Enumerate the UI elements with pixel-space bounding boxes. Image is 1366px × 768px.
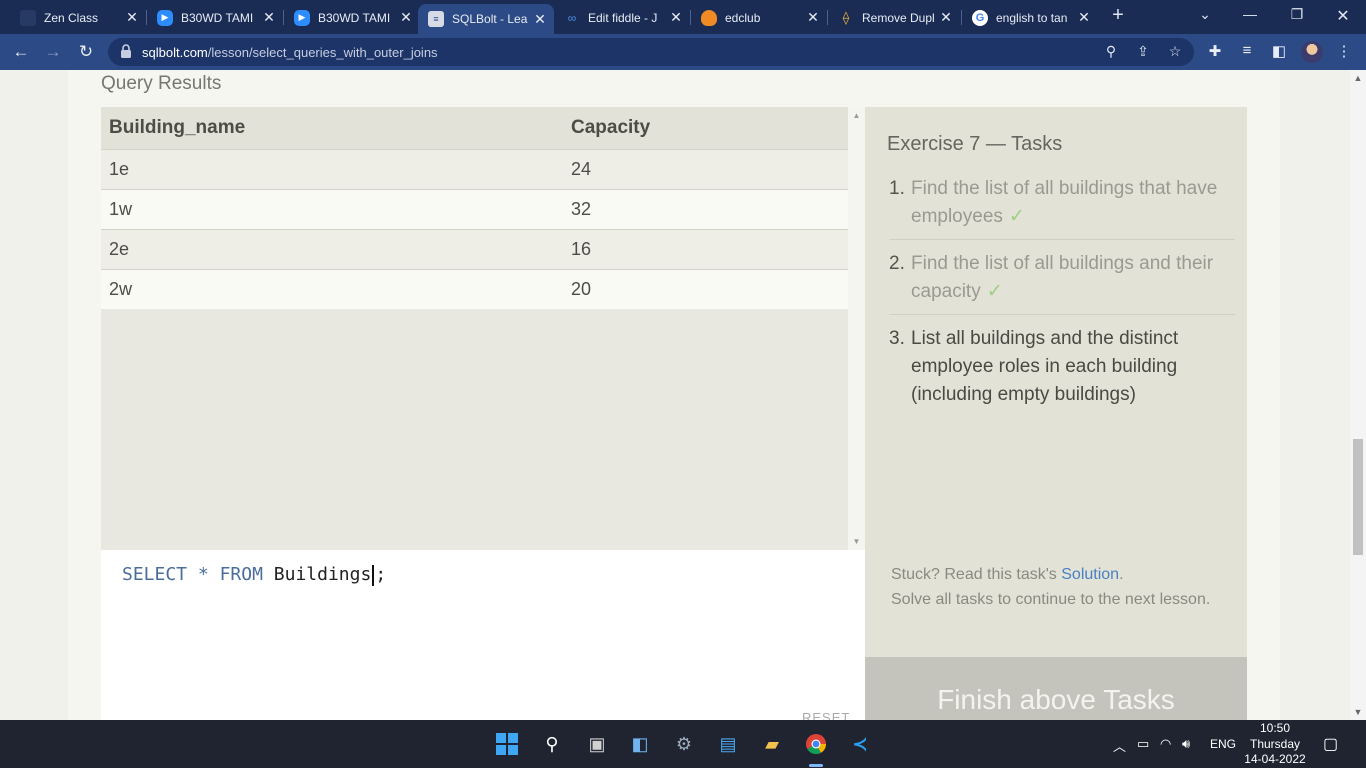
zoom-icon: ▶ [157,9,173,26]
task-list: 1. Find the list of all buildings that ha… [889,175,1235,427]
lock-icon [121,44,131,58]
page-viewport: Query Results Building_name Capacity 1e … [0,70,1350,720]
tab-google-translate[interactable]: G english to tan ✕ [962,5,1098,30]
zoom-icon: ▶ [294,9,310,26]
close-tab-icon[interactable]: ✕ [938,9,954,26]
scroll-up-arrow-icon[interactable]: ▲ [1350,73,1366,83]
close-tab-icon[interactable]: ✕ [261,9,277,26]
remove-dup-icon: ⟠ [842,9,850,25]
url-text: sqlbolt.com/lesson/select_queries_with_o… [142,45,438,60]
tab-sqlbolt[interactable]: ≡ SQLBolt - Lea ✕ [418,4,554,34]
column-header-capacity: Capacity [563,107,848,149]
sql-editor[interactable]: SELECT * FROM Buildings; RESET [101,550,865,720]
language-indicator[interactable]: ENG [1210,737,1236,751]
active-app-indicator [809,764,823,767]
restore-button[interactable]: ❐ [1287,6,1307,23]
windows-taskbar: ⚲ ▣ ◧ ⚙ ▤ ▰ ≺ ︿ ▭ ◠ 🔊︎ ENG 10:50 Thursda… [0,720,1366,768]
task-item: 1. Find the list of all buildings that ha… [889,175,1235,240]
task-item: 3. List all buildings and the distinct em… [889,328,1179,405]
sql-query-text[interactable]: SELECT * FROM Buildings; [122,564,386,586]
tab-edclub[interactable]: edclub ✕ [691,5,827,30]
tab-zen-class[interactable]: Zen Class ✕ [10,5,146,30]
reading-list-icon[interactable]: ≡ [1237,42,1257,59]
results-scrollbar[interactable]: ▲ ▼ [848,107,865,550]
close-window-button[interactable]: ✕ [1333,6,1353,26]
close-tab-icon[interactable]: ✕ [805,9,821,26]
zoom-magnifier-icon[interactable]: ⚲ [1102,43,1120,60]
address-toolbar: ← → ↻ sqlbolt.com/lesson/select_queries_… [0,34,1366,70]
column-header-building-name: Building_name [101,107,563,149]
close-tab-icon[interactable]: ✕ [532,11,548,28]
new-tab-button[interactable]: + [1108,4,1128,27]
bookmark-star-icon[interactable]: ☆ [1166,43,1184,60]
start-button[interactable] [495,732,519,756]
jsfiddle-icon: ∞ [567,10,577,25]
chrome-logo-icon [806,734,827,755]
tab-remove-duplicates[interactable]: ⟠ Remove Dupl ✕ [828,5,960,30]
task-view-icon[interactable]: ▣ [585,732,609,756]
menu-kebab-icon[interactable]: ⋮ [1334,42,1354,60]
profile-avatar[interactable] [1301,41,1323,63]
table-row: 1w 32 [101,188,848,229]
show-hidden-icons[interactable]: ︿ [1113,736,1126,755]
scrollbar-thumb[interactable] [1353,439,1363,555]
close-tab-icon[interactable]: ✕ [398,9,414,26]
vscode-icon[interactable]: ≺ [848,732,872,756]
settings-gear-icon[interactable]: ⚙ [672,732,696,756]
page-scrollbar[interactable]: ▲ ▼ [1350,70,1366,720]
solution-link[interactable]: Solution [1061,566,1119,583]
google-icon: G [972,9,988,26]
query-results-title: Query Results [101,73,222,94]
results-table: Building_name Capacity 1e 24 1w 32 2e 16 [101,107,848,309]
notification-icon[interactable]: ▢ [1323,734,1338,754]
tab-b30wd-2[interactable]: ▶ B30WD TAMI ✕ [284,5,420,30]
task-item: 2. Find the list of all buildings and the… [889,250,1235,315]
system-clock[interactable]: 10:50 Thursday 14-04-2022 [1244,721,1306,768]
side-panel-icon[interactable]: ◧ [1269,42,1289,60]
sqlbolt-icon: ≡ [428,11,444,27]
wifi-icon[interactable]: ◠ [1160,736,1171,752]
finish-tasks-button[interactable]: Finish above Tasks [865,657,1247,720]
url-field[interactable]: sqlbolt.com/lesson/select_queries_with_o… [108,38,1194,66]
tab-search-icon[interactable]: ⌄ [1195,6,1215,23]
reload-button[interactable]: ↻ [76,42,96,62]
check-icon: ✓ [986,281,1003,302]
scroll-down-arrow-icon[interactable]: ▼ [1350,707,1366,717]
tab-jsfiddle[interactable]: ∞ Edit fiddle - J ✕ [554,5,690,30]
table-row: 2e 16 [101,228,848,269]
share-icon[interactable]: ⇪ [1134,43,1152,60]
minimize-button[interactable]: — [1240,6,1260,22]
tasks-title: Exercise 7 — Tasks [887,133,1063,155]
reset-button[interactable]: RESET [802,710,850,720]
search-icon[interactable]: ⚲ [540,732,564,756]
close-tab-icon[interactable]: ✕ [1076,9,1092,26]
stuck-hint: Stuck? Read this task's Solution. Solve … [891,566,1211,608]
close-tab-icon[interactable]: ✕ [668,9,684,26]
text-cursor [372,564,375,586]
close-tab-icon[interactable]: ✕ [124,9,140,26]
query-results-panel: Building_name Capacity 1e 24 1w 32 2e 16 [101,107,865,550]
back-button[interactable]: ← [11,42,31,62]
table-row: 2w 20 [101,268,848,309]
browser-tab-strip: Zen Class ✕ ▶ B30WD TAMI ✕ ▶ B30WD TAMI … [0,0,1366,34]
extensions-icon[interactable]: ✚ [1205,42,1225,60]
scroll-down-arrow-icon[interactable]: ▼ [848,537,865,546]
tab-b30wd-1[interactable]: ▶ B30WD TAMI ✕ [147,5,283,30]
windows-logo-icon [496,733,518,755]
file-explorer-icon[interactable]: ▰ [760,732,784,756]
forward-button[interactable]: → [43,42,63,62]
battery-icon[interactable]: ▭ [1137,736,1149,752]
check-icon: ✓ [1008,206,1025,227]
volume-icon[interactable]: 🔊︎ [1182,736,1190,752]
widgets-icon[interactable]: ◧ [628,732,652,756]
edclub-icon [701,9,717,26]
chrome-icon[interactable] [804,732,828,756]
table-row: 1e 24 [101,148,848,189]
notepad-icon[interactable]: ▤ [716,732,740,756]
zen-icon [20,9,36,26]
tasks-panel: Exercise 7 — Tasks 1. Find the list of al… [865,107,1247,657]
scroll-up-arrow-icon[interactable]: ▲ [848,111,865,120]
